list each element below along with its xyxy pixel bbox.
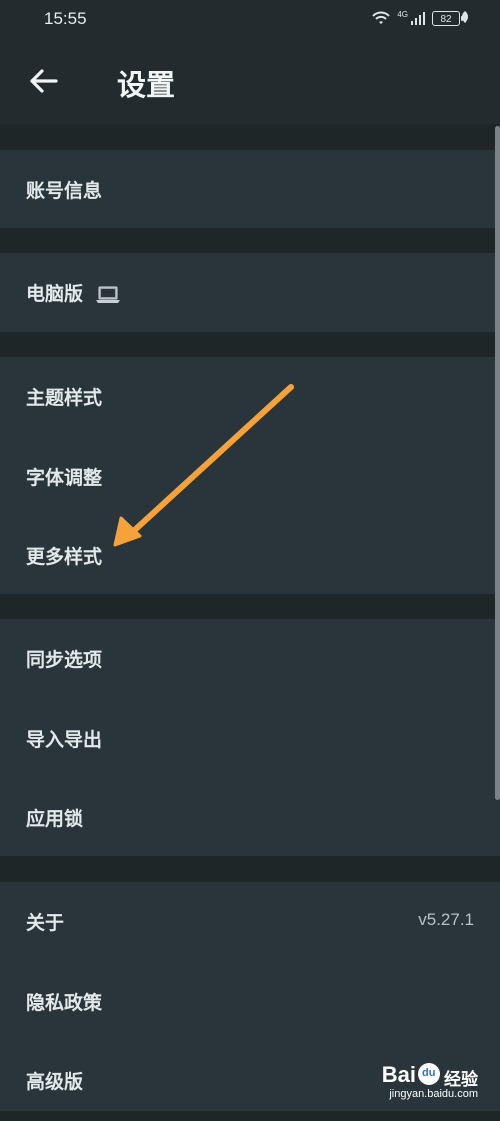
- row-label: 电脑版: [26, 283, 84, 305]
- row-label: 字体调整: [26, 467, 103, 489]
- settings-row-font-adjust[interactable]: 字体调整: [0, 437, 500, 517]
- status-bar: 15:55 4G 82: [0, 0, 500, 40]
- row-label: 导入导出: [26, 729, 103, 751]
- leaf-icon: [462, 11, 468, 23]
- settings-row-theme-style[interactable]: 主题样式: [0, 357, 500, 437]
- row-label: 主题样式: [26, 387, 103, 409]
- settings-group-desktop: 电脑版: [0, 253, 500, 332]
- signal-icon: [411, 12, 425, 25]
- back-button[interactable]: [28, 66, 60, 96]
- scrollbar[interactable]: [495, 126, 500, 800]
- back-arrow-icon: [30, 69, 58, 93]
- watermark-paw-text: du: [422, 1067, 436, 1079]
- page-title: 设置: [117, 68, 176, 102]
- row-label: 更多样式: [26, 546, 103, 568]
- settings-row-about[interactable]: 关于 v5.27.1: [0, 882, 500, 962]
- row-label: 隐私政策: [26, 992, 103, 1014]
- wifi-icon: [372, 11, 391, 24]
- status-icons: 4G 82: [371, 8, 463, 28]
- row-label: 高级版: [26, 1071, 84, 1093]
- laptop-icon: [95, 286, 120, 303]
- row-label-wrap: 电脑版: [26, 279, 120, 306]
- settings-group-data: 同步选项 导入导出 应用锁: [0, 619, 500, 856]
- watermark-brand: Bai: [381, 1062, 416, 1087]
- settings-row-sync-options[interactable]: 同步选项: [0, 619, 500, 699]
- battery-icon: 82: [432, 10, 463, 26]
- baidu-paw-icon: du: [418, 1063, 440, 1085]
- app-bar: 设置: [0, 40, 500, 124]
- watermark-text: 经验: [444, 1070, 478, 1090]
- row-label: 同步选项: [26, 649, 103, 671]
- baidu-jingyan-watermark: Bai du 经验 jingyan.baidu.com: [382, 1062, 478, 1102]
- settings-row-account-info[interactable]: 账号信息: [0, 150, 500, 228]
- row-label: 关于: [26, 912, 65, 934]
- network-type-label: 4G: [397, 9, 408, 19]
- settings-row-privacy-policy[interactable]: 隐私政策: [0, 962, 500, 1042]
- row-label: 账号信息: [26, 180, 103, 202]
- watermark-url: jingyan.baidu.com: [389, 1088, 478, 1100]
- settings-row-import-export[interactable]: 导入导出: [0, 699, 500, 779]
- settings-row-app-lock[interactable]: 应用锁: [0, 778, 500, 858]
- row-label: 应用锁: [26, 808, 84, 830]
- settings-group-style: 主题样式 字体调整 更多样式: [0, 357, 500, 594]
- settings-row-more-styles[interactable]: 更多样式: [0, 516, 500, 596]
- settings-row-desktop-version[interactable]: 电脑版: [0, 253, 500, 332]
- settings-group-account: 账号信息: [0, 150, 500, 228]
- status-time: 15:55: [44, 9, 87, 28]
- version-value: v5.27.1: [418, 910, 474, 929]
